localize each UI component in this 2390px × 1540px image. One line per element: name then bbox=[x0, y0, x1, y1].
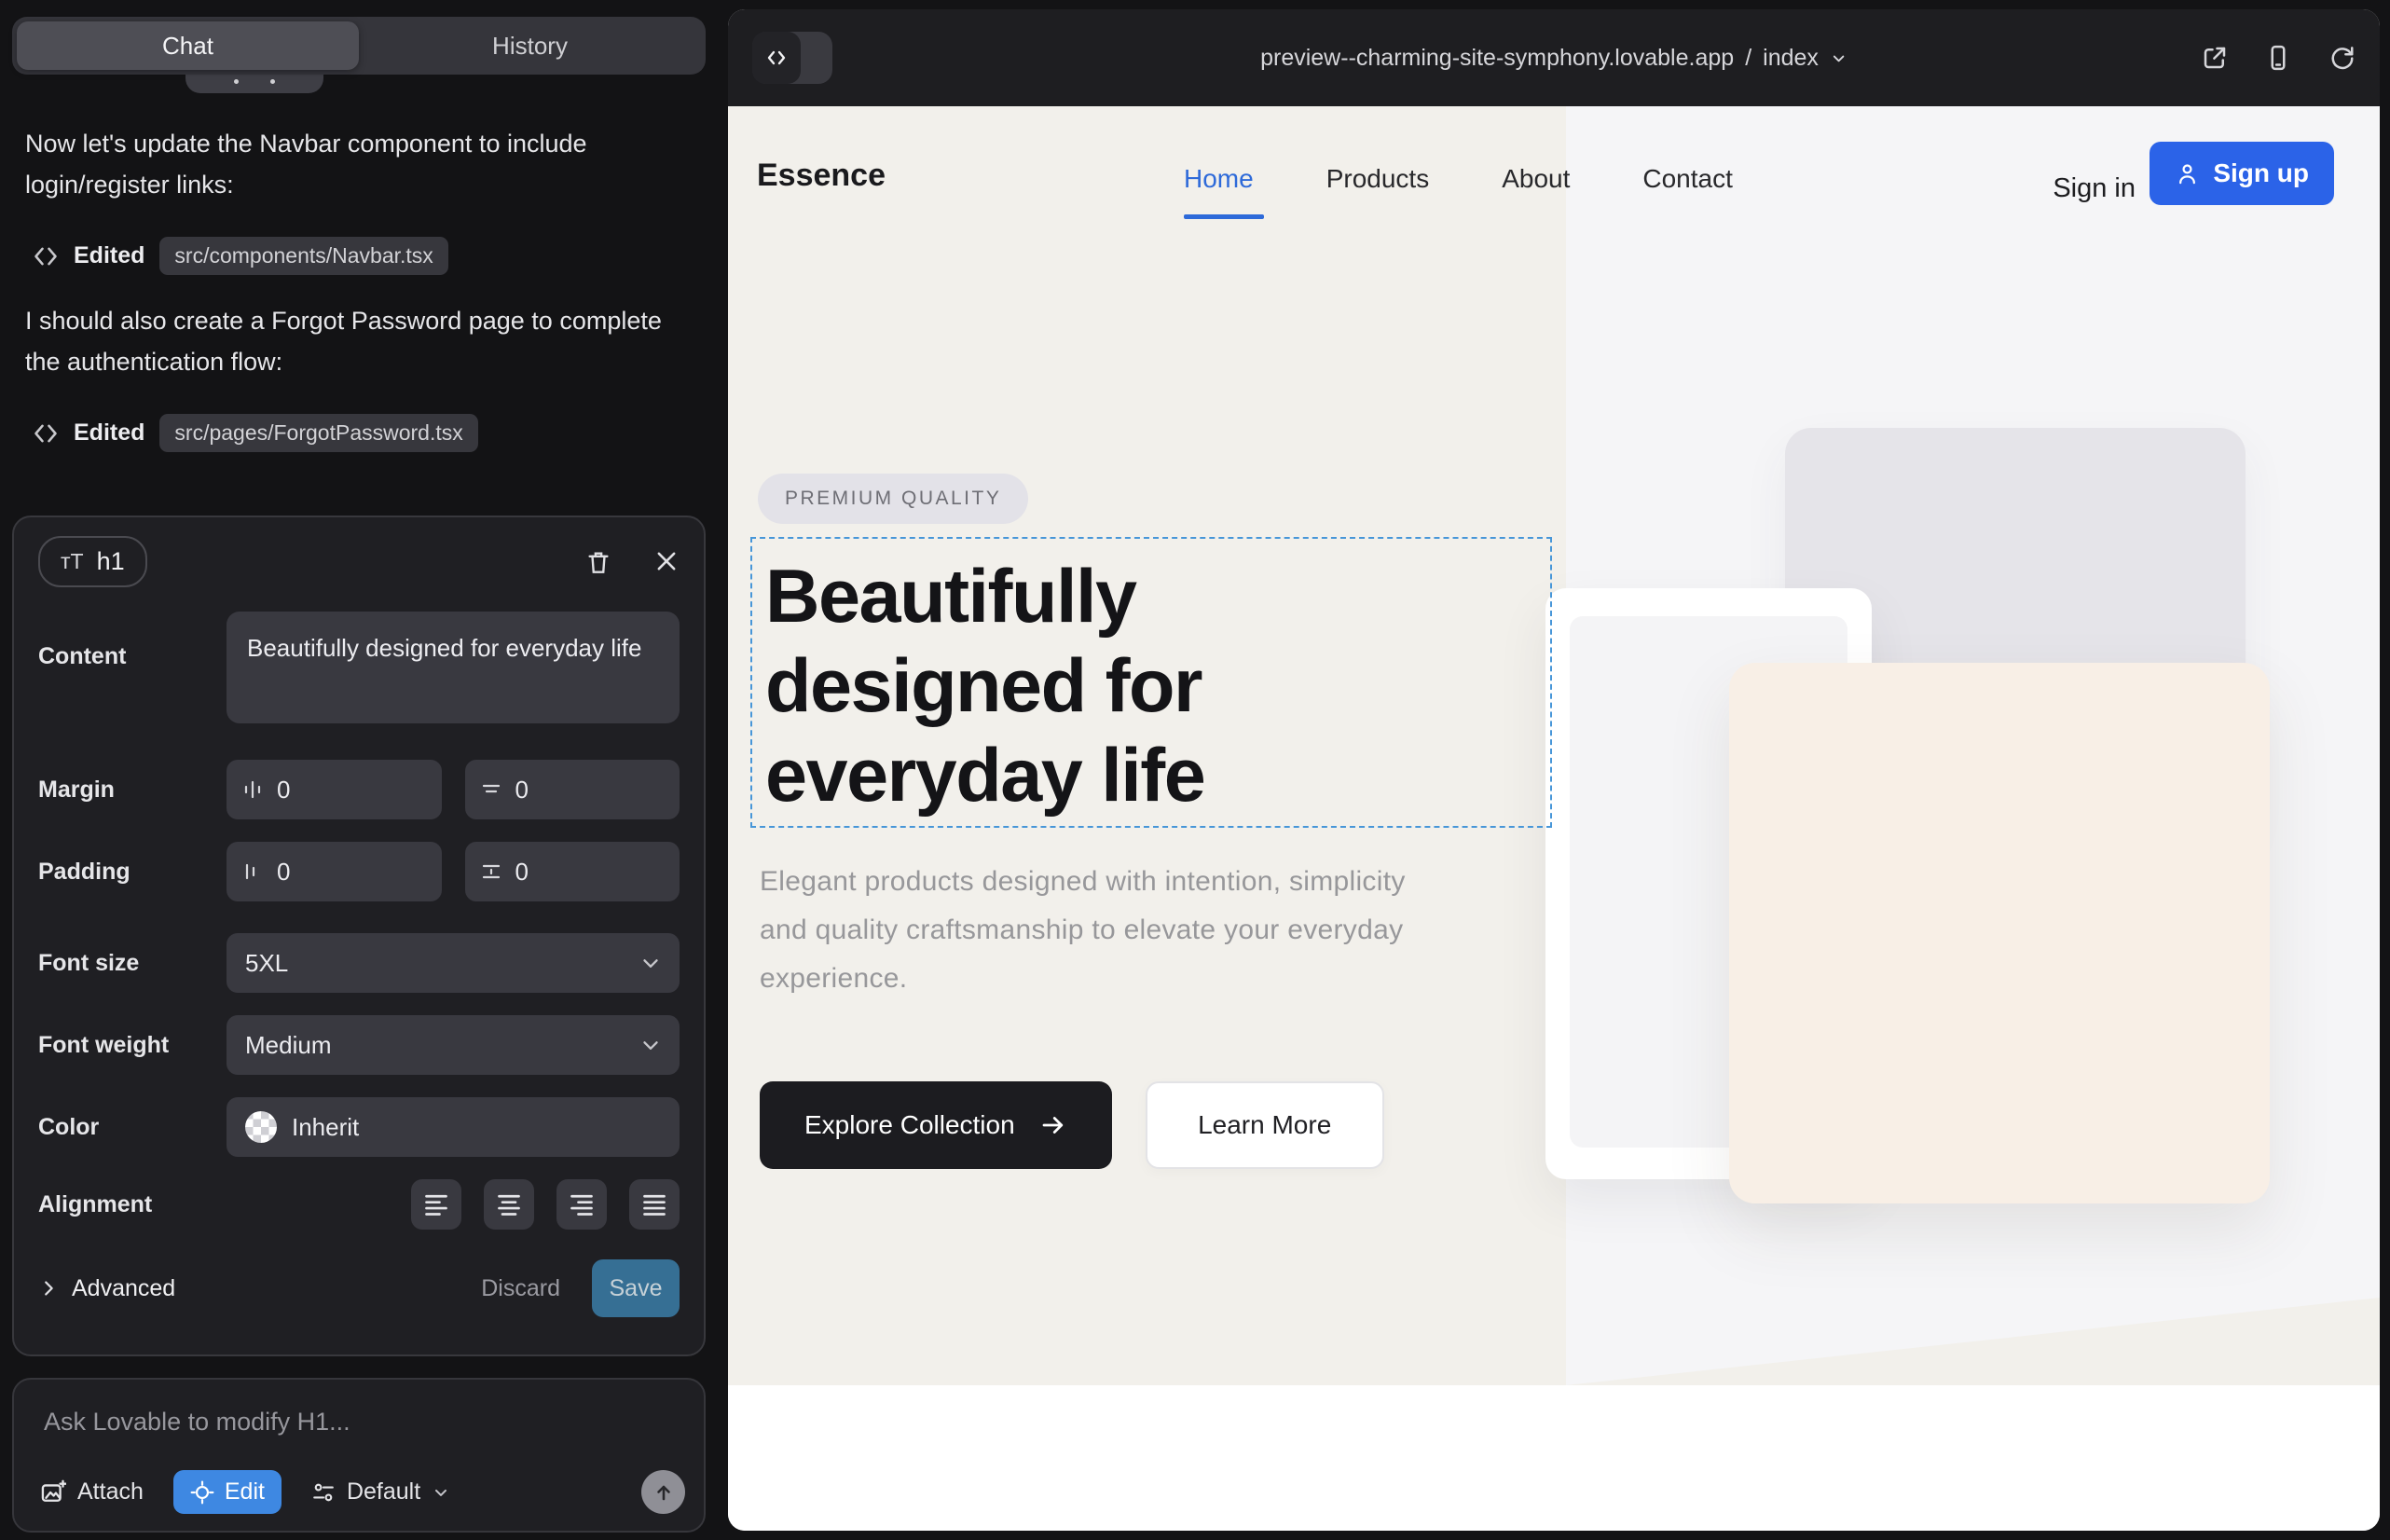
attach-button[interactable]: Attach bbox=[40, 1478, 144, 1506]
margin-x-field bbox=[227, 760, 442, 819]
url-separator: / bbox=[1745, 45, 1751, 72]
edited-label: Edited bbox=[74, 419, 144, 447]
selected-element-chip[interactable]: тT h1 bbox=[38, 536, 147, 587]
advanced-toggle[interactable]: Advanced bbox=[38, 1275, 175, 1302]
preview-toolbar: preview--charming-site-symphony.lovable.… bbox=[728, 9, 2380, 106]
sign-in-link[interactable]: Sign in bbox=[2053, 173, 2136, 204]
editor-header: тT h1 bbox=[38, 536, 680, 587]
chevron-down-icon bbox=[639, 1033, 663, 1057]
prompt-input[interactable] bbox=[44, 1408, 674, 1437]
chat-composer: Attach Edit bbox=[12, 1378, 706, 1533]
nav-item-about[interactable]: About bbox=[1502, 164, 1570, 194]
nav-item-contact[interactable]: Contact bbox=[1642, 164, 1733, 194]
padding-label: Padding bbox=[38, 859, 227, 886]
hero-section: Essence Home Products About Contact Sign… bbox=[728, 106, 2380, 1385]
file-chip[interactable]: src/pages/ForgotPassword.tsx bbox=[159, 414, 477, 452]
save-button[interactable]: Save bbox=[592, 1259, 680, 1317]
typography-icon: тT bbox=[61, 549, 84, 574]
margin-label: Margin bbox=[38, 777, 227, 804]
h1-selection-outline[interactable]: Beautifully designed for everyday life bbox=[750, 537, 1552, 828]
color-swatch[interactable] bbox=[245, 1111, 277, 1143]
site-logo[interactable]: Essence bbox=[757, 158, 886, 194]
scrolled-pill bbox=[185, 75, 323, 93]
close-icon[interactable] bbox=[653, 548, 680, 576]
model-default-button[interactable]: Default bbox=[311, 1478, 450, 1506]
refresh-icon[interactable] bbox=[2328, 44, 2356, 72]
hero-heading[interactable]: Beautifully designed for everyday life bbox=[765, 552, 1550, 820]
site-nav: Home Products About Contact bbox=[1184, 164, 1733, 194]
code-icon bbox=[33, 420, 59, 447]
preview-url[interactable]: preview--charming-site-symphony.lovable.… bbox=[1260, 45, 1847, 72]
url-domain: preview--charming-site-symphony.lovable.… bbox=[1260, 45, 1734, 72]
code-icon bbox=[33, 243, 59, 269]
content-input[interactable]: Beautifully designed for everyday life bbox=[227, 612, 680, 723]
file-chip[interactable]: src/components/Navbar.tsx bbox=[159, 237, 447, 275]
chevron-right-icon bbox=[38, 1278, 59, 1299]
nav-active-underline bbox=[1184, 214, 1264, 219]
font-size-label: Font size bbox=[38, 950, 227, 977]
user-icon bbox=[2175, 161, 2200, 186]
nav-item-products[interactable]: Products bbox=[1326, 164, 1430, 194]
margin-y-field bbox=[465, 760, 680, 819]
padding-vertical-icon bbox=[480, 860, 502, 883]
send-button[interactable] bbox=[641, 1470, 685, 1514]
hero-paragraph: Elegant products designed with intention… bbox=[760, 858, 1412, 1003]
sign-up-button[interactable]: Sign up bbox=[2150, 142, 2334, 205]
chat-message: I should also create a Forgot Password p… bbox=[25, 300, 666, 382]
alignment-label: Alignment bbox=[38, 1191, 227, 1218]
element-editor-panel: тT h1 Content bbox=[12, 516, 706, 1356]
chevron-down-icon bbox=[639, 951, 663, 975]
tab-history[interactable]: History bbox=[359, 21, 701, 70]
font-size-select[interactable]: 5XL bbox=[227, 933, 680, 993]
chevron-down-icon bbox=[1830, 49, 1847, 67]
tab-chat[interactable]: Chat bbox=[17, 21, 359, 70]
learn-more-button[interactable]: Learn More bbox=[1146, 1081, 1384, 1169]
align-left-button[interactable] bbox=[411, 1179, 461, 1230]
arrow-right-icon bbox=[1039, 1111, 1067, 1139]
quality-badge: PREMIUM QUALITY bbox=[758, 474, 1028, 524]
padding-y-field bbox=[465, 842, 680, 901]
color-label: Color bbox=[38, 1114, 227, 1141]
open-external-icon[interactable] bbox=[2201, 44, 2229, 72]
discard-button[interactable]: Discard bbox=[481, 1275, 560, 1302]
padding-horizontal-icon bbox=[241, 860, 264, 883]
decor-card-beige bbox=[1729, 663, 2270, 1203]
preview-window: preview--charming-site-symphony.lovable.… bbox=[728, 9, 2380, 1531]
padding-y-input[interactable] bbox=[515, 858, 666, 887]
padding-x-input[interactable] bbox=[277, 858, 427, 887]
explore-collection-button[interactable]: Explore Collection bbox=[760, 1081, 1112, 1169]
font-weight-select[interactable]: Medium bbox=[227, 1015, 680, 1075]
mobile-view-icon[interactable] bbox=[2264, 44, 2292, 72]
edited-file-row: Edited src/components/Navbar.tsx bbox=[33, 237, 448, 275]
margin-x-input[interactable] bbox=[277, 776, 427, 804]
nav-item-home[interactable]: Home bbox=[1184, 164, 1254, 194]
align-center-button[interactable] bbox=[484, 1179, 534, 1230]
edited-file-row: Edited src/pages/ForgotPassword.tsx bbox=[33, 414, 478, 452]
sidebar-tabbar: Chat History bbox=[12, 17, 706, 75]
align-right-button[interactable] bbox=[556, 1179, 607, 1230]
margin-vertical-icon bbox=[480, 778, 502, 801]
padding-x-field bbox=[227, 842, 442, 901]
attach-image-icon bbox=[40, 1479, 66, 1506]
chevron-down-icon bbox=[432, 1483, 450, 1502]
edit-mode-button[interactable]: Edit bbox=[173, 1470, 282, 1514]
align-justify-button[interactable] bbox=[629, 1179, 680, 1230]
element-tag: h1 bbox=[97, 547, 125, 576]
margin-y-input[interactable] bbox=[515, 776, 666, 804]
chat-sidebar: Chat History Now let's update the Navbar… bbox=[12, 0, 706, 1540]
edited-label: Edited bbox=[74, 242, 144, 269]
margin-horizontal-icon bbox=[241, 778, 264, 801]
sliders-icon bbox=[311, 1480, 336, 1505]
url-page: index bbox=[1763, 45, 1819, 72]
delete-element-button[interactable] bbox=[584, 548, 612, 576]
color-select[interactable]: Inherit bbox=[227, 1097, 680, 1157]
chat-message: Now let's update the Navbar component to… bbox=[25, 123, 666, 205]
code-icon bbox=[752, 32, 801, 84]
target-icon bbox=[190, 1480, 214, 1505]
site-canvas: Essence Home Products About Contact Sign… bbox=[728, 106, 2380, 1531]
font-weight-label: Font weight bbox=[38, 1032, 227, 1059]
content-label: Content bbox=[38, 643, 227, 670]
code-view-toggle[interactable] bbox=[752, 32, 832, 84]
screen: Chat History Now let's update the Navbar… bbox=[0, 0, 2390, 1540]
